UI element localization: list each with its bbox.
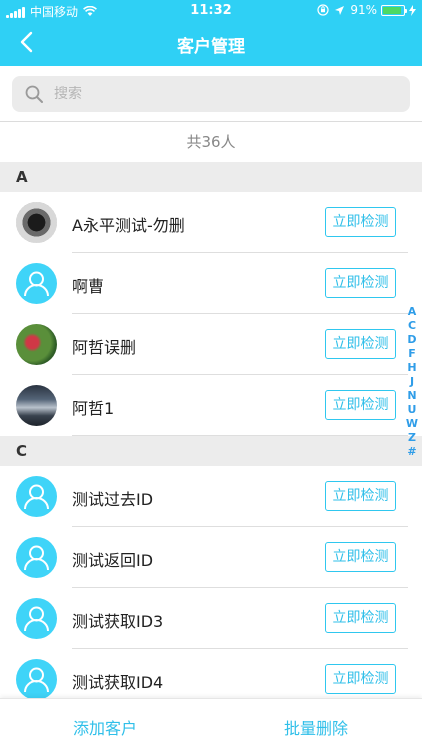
page-title: 客户管理	[177, 37, 245, 57]
avatar	[16, 324, 57, 365]
detect-now-button[interactable]: 立即检测	[325, 481, 396, 511]
back-chevron-icon[interactable]	[16, 30, 40, 54]
detect-now-button[interactable]: 立即检测	[325, 329, 396, 359]
customer-name: A永平测试-勿删	[72, 216, 185, 235]
header: 中国移动 11:32 91% 客户管理	[0, 0, 422, 66]
index-letter[interactable]: W	[404, 417, 420, 431]
list-item[interactable]: 测试获取ID3 立即检测	[0, 588, 422, 649]
avatar	[16, 476, 57, 517]
section-header: A	[0, 162, 422, 192]
battery-percent: 91%	[350, 3, 377, 17]
avatar	[16, 659, 57, 700]
search-area	[0, 66, 422, 122]
status-right: 91%	[317, 3, 416, 17]
user-icon	[24, 545, 49, 571]
location-icon	[335, 5, 345, 15]
avatar	[16, 202, 57, 243]
user-icon	[24, 667, 49, 693]
customer-name: 测试返回ID	[72, 551, 154, 570]
detect-now-button[interactable]: 立即检测	[325, 542, 396, 572]
avatar	[16, 537, 57, 578]
list-item[interactable]: A永平测试-勿删 立即检测	[0, 192, 422, 253]
search-input[interactable]	[54, 86, 394, 102]
avatar	[16, 263, 57, 304]
section-header: C	[0, 436, 422, 466]
detect-now-button[interactable]: 立即检测	[325, 207, 396, 237]
customer-count: 共36人	[0, 122, 422, 162]
list-item[interactable]: 阿哲误删 立即检测	[0, 314, 422, 375]
user-icon	[24, 606, 49, 632]
customer-name: 测试获取ID3	[72, 612, 164, 631]
bottom-toolbar: 添加客户 批量删除	[0, 698, 422, 750]
list-item[interactable]: 测试过去ID 立即检测	[0, 466, 422, 527]
index-letter[interactable]: C	[404, 319, 420, 333]
detect-now-button[interactable]: 立即检测	[325, 603, 396, 633]
index-letter[interactable]: J	[404, 375, 420, 389]
list-item[interactable]: 阿哲1 立即检测	[0, 375, 422, 436]
search-icon	[25, 85, 43, 103]
charging-icon	[409, 4, 416, 16]
search-box[interactable]	[12, 76, 410, 112]
detect-now-button[interactable]: 立即检测	[325, 390, 396, 420]
detect-now-button[interactable]: 立即检测	[325, 268, 396, 298]
index-letter[interactable]: Z	[404, 431, 420, 445]
user-icon	[24, 271, 49, 297]
index-letter[interactable]: N	[404, 389, 420, 403]
list-item[interactable]: 测试返回ID 立即检测	[0, 527, 422, 588]
detect-now-button[interactable]: 立即检测	[325, 664, 396, 694]
index-letter[interactable]: A	[404, 305, 420, 319]
index-letter[interactable]: #	[404, 445, 420, 459]
index-letter[interactable]: D	[404, 333, 420, 347]
customer-name: 测试获取ID4	[72, 673, 164, 692]
list-item[interactable]: 啊曹 立即检测	[0, 253, 422, 314]
battery-icon	[381, 4, 407, 16]
batch-delete-button[interactable]: 批量删除	[284, 715, 348, 739]
index-letter[interactable]: F	[404, 347, 420, 361]
index-letter[interactable]: U	[404, 403, 420, 417]
customer-name: 啊曹	[72, 277, 105, 296]
add-customer-button[interactable]: 添加客户	[73, 715, 137, 739]
status-bar: 中国移动 11:32 91%	[0, 0, 422, 22]
avatar	[16, 385, 57, 426]
index-letter[interactable]: H	[404, 361, 420, 375]
user-icon	[24, 484, 49, 510]
avatar	[16, 598, 57, 639]
alphabet-index[interactable]: A C D F H J N U W Z #	[404, 305, 420, 459]
customer-name: 阿哲误删	[72, 338, 137, 357]
customer-name: 阿哲1	[72, 399, 115, 418]
orientation-lock-icon	[317, 4, 329, 16]
customer-name: 测试过去ID	[72, 490, 154, 509]
